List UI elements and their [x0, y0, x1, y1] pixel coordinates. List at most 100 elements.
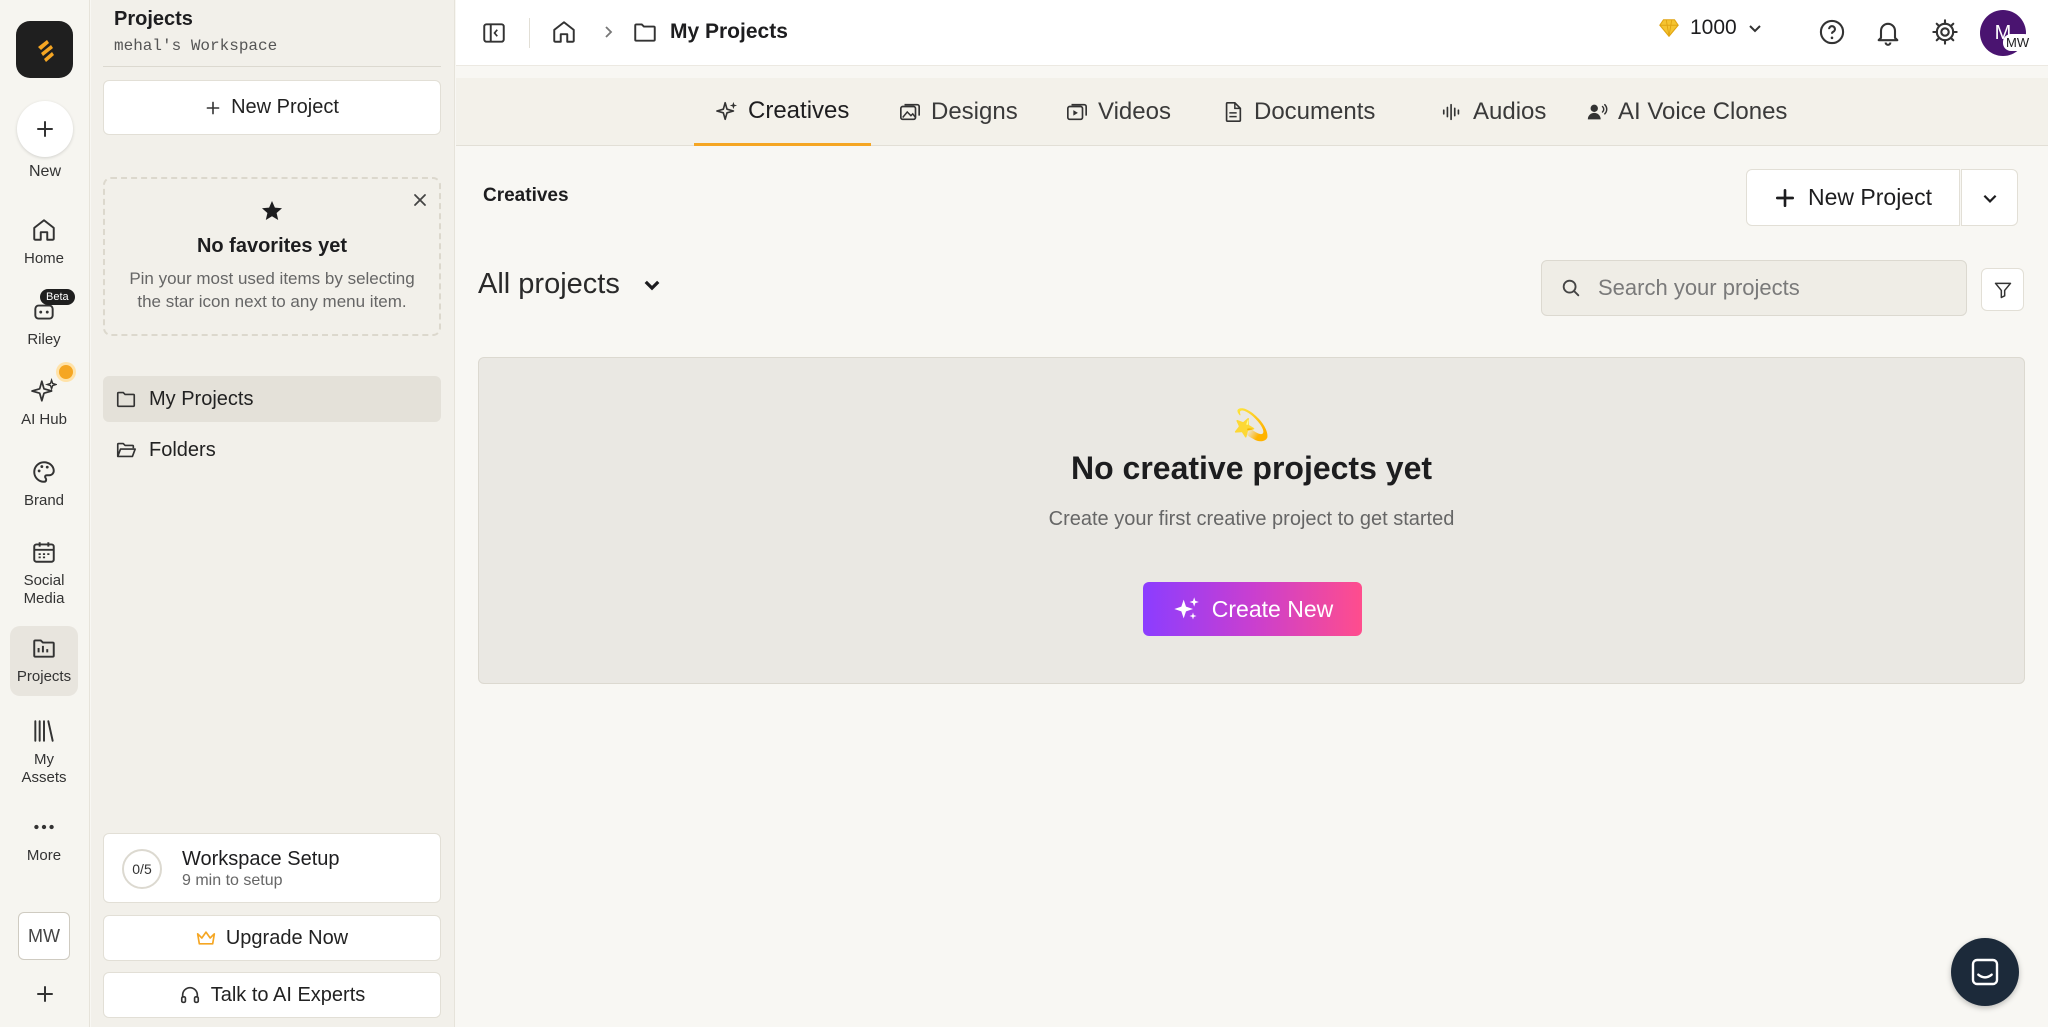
favorites-text: Pin your most used items by selecting th… [129, 269, 415, 311]
logo-icon [37, 39, 54, 62]
setup-title: Workspace Setup [182, 848, 340, 870]
plus-icon [206, 101, 220, 114]
favorites-title: No favorites yet [196, 235, 348, 257]
sidebar-item-folders[interactable]: Folders [103, 427, 441, 473]
add-workspace-button[interactable] [30, 979, 60, 1009]
rail-item-label: Social Media [23, 572, 65, 607]
upgrade-now-button[interactable]: Upgrade Now [103, 915, 441, 961]
tab-ai-voice-clones[interactable]: AI Voice Clones [1564, 78, 1809, 146]
workspace-avatar[interactable]: MW [18, 912, 70, 960]
folder-open-icon [116, 442, 136, 458]
rail-item-label: More [26, 847, 62, 864]
beta-badge: Beta [40, 289, 75, 305]
library-icon [29, 716, 59, 746]
help-icon[interactable] [1818, 18, 1846, 46]
projects-icon [29, 633, 59, 663]
new-button[interactable] [17, 101, 73, 157]
tab-label: Audios [1473, 98, 1547, 125]
tab-creatives[interactable]: Creatives [694, 78, 872, 146]
create-new-label: Create New [1211, 595, 1334, 622]
workspace-name: mehal's Workspace [114, 37, 278, 55]
project-filter-label: All projects [478, 268, 620, 300]
home-icon[interactable] [551, 19, 577, 45]
tab-videos[interactable]: Videos [1044, 78, 1193, 146]
breadcrumb[interactable]: My Projects [670, 20, 788, 44]
plus-icon [37, 121, 53, 137]
voice-user-icon [1587, 103, 1608, 120]
audio-wave-icon [1442, 103, 1460, 121]
calendar-icon [29, 537, 59, 567]
tab-designs[interactable]: Designs [877, 78, 1040, 146]
experts-label: Talk to AI Experts [210, 983, 366, 1006]
create-new-button[interactable]: Create New [1143, 582, 1362, 636]
project-filter-dropdown[interactable]: All projects [478, 268, 662, 301]
search-input[interactable] [1598, 275, 1938, 301]
rail-item-label: AI Hub [21, 411, 67, 428]
sidebar-item-label: My Projects [149, 387, 254, 410]
rail-item-brand[interactable]: Brand [10, 457, 78, 510]
rail-item-social-media[interactable]: Social Media [10, 537, 78, 608]
gear-icon[interactable] [1931, 18, 1959, 46]
content-tabs: Creatives Designs Videos Documents Audio… [456, 78, 2048, 146]
app-logo[interactable] [16, 21, 73, 78]
folder-icon [632, 19, 658, 45]
credits-dropdown[interactable]: 1000 [1658, 16, 1763, 40]
tab-audios[interactable]: Audios [1419, 78, 1568, 146]
tab-label: Videos [1098, 98, 1171, 125]
icon-rail: New Home Riley Beta AI Hub Brand Social … [0, 0, 90, 1027]
rail-item-more[interactable]: More [10, 812, 78, 865]
toggle-sidebar-icon[interactable] [481, 20, 507, 46]
chevron-down-icon [1749, 25, 1761, 33]
filter-icon [1994, 282, 2011, 298]
setup-subtitle: 9 min to setup [182, 872, 283, 889]
rail-item-label: Home [23, 250, 64, 267]
close-icon[interactable] [413, 193, 427, 207]
video-icon [1067, 103, 1087, 121]
divider [103, 66, 441, 67]
headphones-icon [180, 986, 199, 1004]
palette-icon [29, 457, 59, 487]
sidebar-new-project-button[interactable]: New Project [103, 80, 441, 135]
chat-icon [1971, 958, 1999, 986]
credits-value: 1000 [1690, 16, 1737, 39]
avatar-workspace-badge: MW [2003, 34, 2033, 51]
chevron-right-icon [603, 24, 615, 40]
new-project-dropdown-button[interactable] [1961, 169, 2018, 226]
setup-progress: 0/5 [122, 849, 162, 889]
top-bar: My Projects 1000 M MW [456, 0, 2048, 66]
empty-title: No creative projects yet [1070, 450, 1433, 486]
sidebar-item-label: Folders [149, 438, 216, 461]
rail-item-label: My Assets [21, 751, 67, 786]
sidebar-item-my-projects[interactable]: My Projects [103, 376, 441, 422]
filter-button[interactable] [1981, 268, 2024, 311]
bell-icon[interactable] [1874, 18, 1902, 46]
search-icon [1562, 279, 1580, 297]
talk-to-experts-button[interactable]: Talk to AI Experts [103, 972, 441, 1018]
tab-documents[interactable]: Documents [1200, 78, 1397, 146]
sidebar-title: Projects [114, 8, 193, 30]
rail-item-home[interactable]: Home [10, 215, 78, 268]
chevron-down-icon [1983, 194, 1996, 203]
tab-label: Creatives [748, 96, 850, 124]
tab-label: Documents [1254, 98, 1376, 125]
new-project-button[interactable]: New Project [1746, 169, 1960, 226]
chevron-down-icon [644, 280, 660, 290]
rail-item-ai-hub[interactable]: AI Hub [10, 376, 78, 429]
images-icon [900, 103, 920, 121]
workspace-setup-card[interactable]: 0/5 Workspace Setup 9 min to setup [103, 833, 441, 903]
rail-item-projects[interactable]: Projects [10, 626, 78, 696]
star-icon [260, 199, 284, 223]
projects-sidebar: Projects mehal's Workspace New Project N… [91, 0, 455, 1027]
empty-state: 💫 No creative projects yet Create your f… [478, 357, 2025, 684]
home-icon [29, 215, 59, 245]
chat-support-button[interactable] [1951, 938, 2019, 1006]
search-box [1541, 260, 1967, 316]
dizzy-emoji: 💫 [1232, 409, 1271, 442]
new-label: New [28, 163, 61, 180]
section-title: Creatives [483, 185, 569, 206]
rail-item-my-assets[interactable]: My Assets [10, 716, 78, 787]
plus-icon [1775, 188, 1795, 207]
sparkles-icon [29, 376, 59, 406]
upgrade-label: Upgrade Now [225, 926, 349, 949]
sparkles-icon [1174, 597, 1199, 620]
